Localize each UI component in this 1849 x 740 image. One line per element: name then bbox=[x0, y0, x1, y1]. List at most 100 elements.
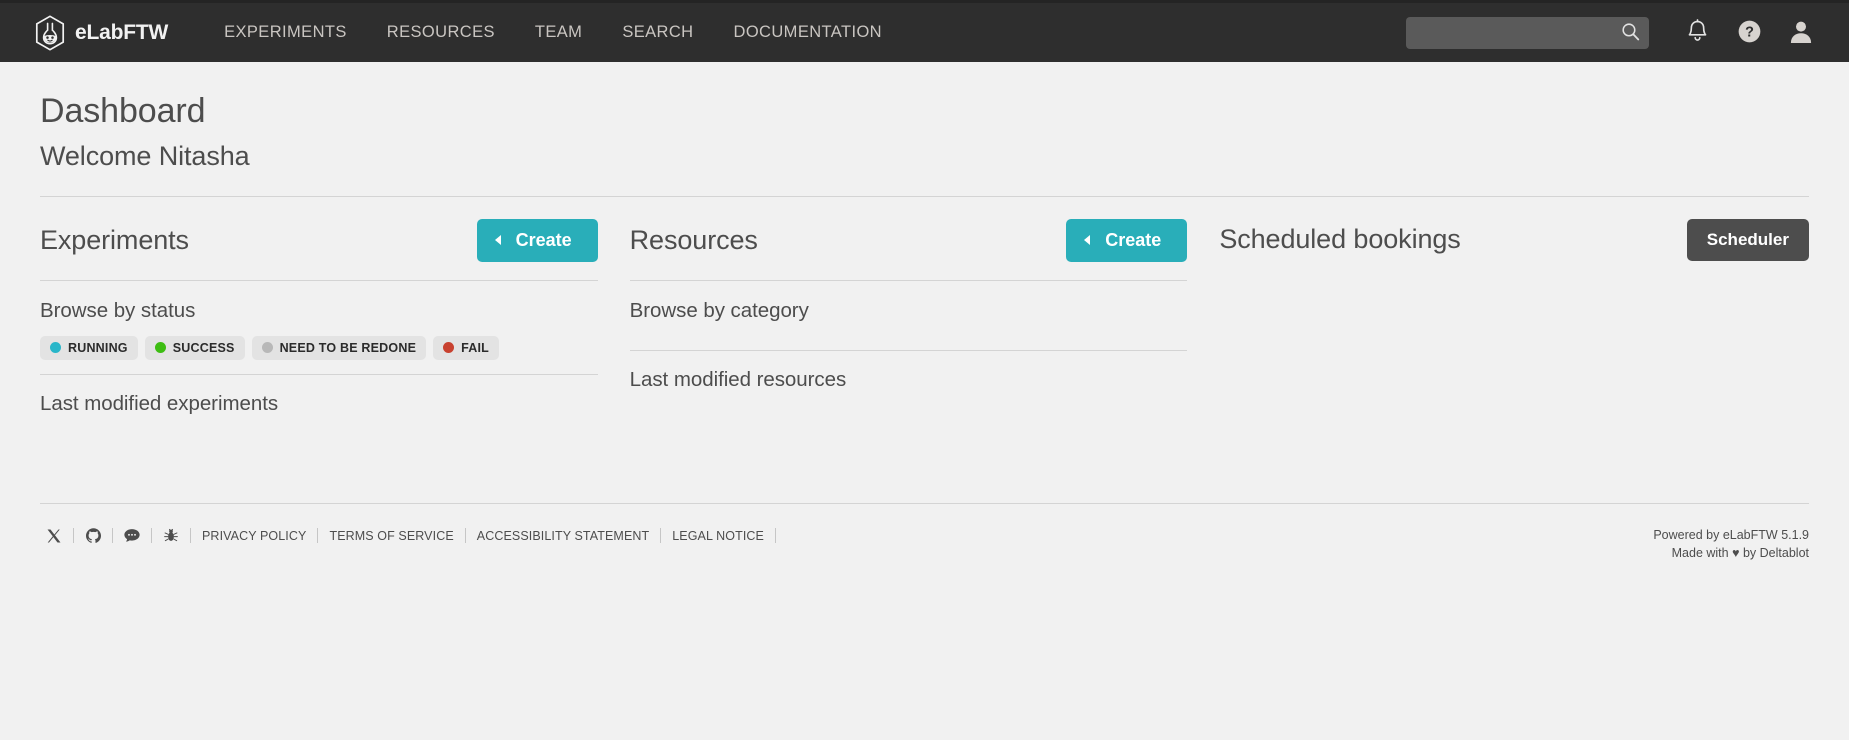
elabftw-flask-logo-icon bbox=[34, 14, 66, 51]
chat-bubble-icon[interactable] bbox=[118, 526, 146, 546]
search-submit-button[interactable] bbox=[1615, 17, 1645, 49]
nav-link-search[interactable]: SEARCH bbox=[602, 15, 713, 50]
powered-by-line: Powered by eLabFTW 5.1.9 bbox=[1653, 526, 1809, 544]
navbar-actions: ? bbox=[1406, 11, 1827, 55]
nav-link-documentation[interactable]: DOCUMENTATION bbox=[714, 15, 903, 50]
user-icon bbox=[1789, 19, 1813, 47]
nav-item-experiments: EXPERIMENTS bbox=[204, 15, 367, 50]
status-dot-running bbox=[50, 342, 61, 354]
svg-text:?: ? bbox=[1745, 24, 1754, 40]
footer-link-terms-of-service[interactable]: TERMS OF SERVICE bbox=[323, 529, 459, 543]
elabftw-link[interactable]: eLabFTW bbox=[1723, 528, 1778, 542]
page-main: Dashboard Welcome Nitasha Experiments Cr… bbox=[0, 62, 1849, 562]
search-input[interactable] bbox=[1406, 16, 1649, 49]
browse-by-status-section: Browse by status RUNNING SUCCESS NEED TO… bbox=[40, 281, 598, 374]
status-pill-fail[interactable]: FAIL bbox=[433, 335, 499, 360]
scheduled-bookings-title: Scheduled bookings bbox=[1219, 224, 1461, 255]
footer-link-privacy-policy[interactable]: PRIVACY POLICY bbox=[196, 529, 312, 543]
help-button[interactable]: ? bbox=[1723, 11, 1775, 55]
resources-title: Resources bbox=[629, 224, 758, 255]
experiments-panel-header: Experiments Create bbox=[40, 197, 598, 280]
footer-link-separator bbox=[317, 528, 319, 544]
status-pill-running[interactable]: RUNNING bbox=[40, 335, 138, 360]
welcome-message: Welcome Nitasha bbox=[40, 140, 250, 171]
heart-icon: ♥ bbox=[1732, 545, 1740, 560]
made-with-line: Made with ♥ by Deltablot bbox=[1653, 544, 1809, 562]
notifications-button[interactable] bbox=[1671, 11, 1723, 55]
nav-item-team: TEAM bbox=[515, 15, 602, 50]
version-number: 5.1.9 bbox=[1781, 527, 1809, 542]
create-resource-button[interactable]: Create bbox=[1066, 218, 1188, 262]
powered-by-prefix: Powered by bbox=[1653, 527, 1723, 542]
footer-link-legal-notice[interactable]: LEGAL NOTICE bbox=[666, 529, 770, 543]
question-circle-icon: ? bbox=[1737, 19, 1762, 47]
nav-link-experiments[interactable]: EXPERIMENTS bbox=[204, 15, 367, 50]
create-experiment-button[interactable]: Create bbox=[476, 218, 598, 262]
footer-icon-separator bbox=[151, 528, 152, 544]
footer-link-separator bbox=[774, 528, 776, 544]
footer-icon-separator bbox=[190, 528, 191, 544]
resources-panel-header: Resources Create bbox=[630, 197, 1188, 280]
primary-nav: EXPERIMENTS RESOURCES TEAM SEARCH DOCUME… bbox=[204, 15, 902, 50]
made-with-mid: by bbox=[1739, 545, 1760, 560]
status-label-running: RUNNING bbox=[68, 340, 128, 355]
status-label-fail: FAIL bbox=[461, 340, 489, 355]
scheduler-button[interactable]: Scheduler bbox=[1686, 218, 1809, 261]
status-filter-list: RUNNING SUCCESS NEED TO BE REDONE FAIL bbox=[40, 335, 598, 360]
experiments-title: Experiments bbox=[40, 224, 189, 255]
browse-by-category-title: Browse by category bbox=[629, 298, 809, 322]
main-navbar: eLabFTW EXPERIMENTS RESOURCES TEAM SEARC… bbox=[0, 0, 1849, 62]
status-dot-need-to-be-redone bbox=[261, 342, 273, 354]
page-header: Dashboard Welcome Nitasha bbox=[40, 62, 1809, 174]
github-icon[interactable] bbox=[79, 526, 107, 546]
page-container: Dashboard Welcome Nitasha Experiments Cr… bbox=[0, 62, 1849, 459]
footer-links-group: PRIVACY POLICY TERMS OF SERVICE ACCESSIB… bbox=[40, 526, 781, 546]
made-with-prefix: Made with bbox=[1671, 545, 1733, 560]
caret-left-icon bbox=[1084, 235, 1091, 246]
footer-link-separator bbox=[660, 528, 662, 544]
x-twitter-icon[interactable] bbox=[40, 526, 68, 546]
status-pill-success[interactable]: SUCCESS bbox=[144, 335, 245, 360]
status-pill-need-to-be-redone[interactable]: NEED TO BE REDONE bbox=[251, 335, 427, 360]
page-title: Dashboard bbox=[40, 92, 206, 130]
navbar-search bbox=[1406, 16, 1649, 49]
last-modified-experiments-title: Last modified experiments bbox=[40, 391, 279, 415]
brand-name: eLabFTW bbox=[75, 20, 169, 44]
status-label-need-to-be-redone: NEED TO BE REDONE bbox=[279, 340, 417, 355]
footer-credits: Powered by eLabFTW 5.1.9 Made with ♥ by … bbox=[1653, 526, 1809, 562]
footer-icon-separator bbox=[73, 528, 74, 544]
footer-link-accessibility-statement[interactable]: ACCESSIBILITY STATEMENT bbox=[471, 529, 655, 543]
brand-home-link[interactable]: eLabFTW bbox=[34, 14, 169, 51]
nav-link-resources[interactable]: RESOURCES bbox=[367, 15, 515, 50]
resources-panel: Resources Create Browse by category Last… bbox=[629, 197, 1220, 459]
search-icon bbox=[1621, 22, 1640, 44]
footer-wrapper: PRIVACY POLICY TERMS OF SERVICE ACCESSIB… bbox=[0, 502, 1849, 562]
status-label-success: SUCCESS bbox=[172, 340, 235, 355]
create-experiment-label: Create bbox=[515, 229, 572, 250]
caret-left-icon bbox=[494, 235, 501, 246]
experiments-panel: Experiments Create Browse by status RUNN bbox=[40, 197, 630, 459]
scheduled-bookings-panel: Scheduled bookings Scheduler bbox=[1219, 197, 1809, 459]
browse-by-status-title: Browse by status bbox=[40, 298, 196, 322]
bell-icon bbox=[1686, 18, 1709, 47]
last-modified-resources-section: Last modified resources bbox=[630, 351, 1188, 406]
resources-panel-body: Browse by category Last modified resourc… bbox=[629, 281, 1188, 459]
footer-link-separator bbox=[464, 528, 466, 544]
nav-link-team[interactable]: TEAM bbox=[515, 15, 602, 50]
status-dot-fail bbox=[443, 342, 455, 354]
nav-item-resources: RESOURCES bbox=[367, 15, 515, 50]
browse-by-category-section: Browse by category bbox=[630, 281, 1188, 350]
bug-icon[interactable] bbox=[157, 526, 185, 546]
nav-item-search: SEARCH bbox=[602, 15, 713, 50]
scheduled-bookings-panel-header: Scheduled bookings Scheduler bbox=[1219, 197, 1809, 279]
scheduled-bookings-panel-body bbox=[1219, 279, 1809, 457]
dashboard-columns: Experiments Create Browse by status RUNN bbox=[40, 197, 1809, 459]
last-modified-experiments-section: Last modified experiments bbox=[40, 375, 598, 430]
nav-item-documentation: DOCUMENTATION bbox=[714, 15, 903, 50]
deltablot-link[interactable]: Deltablot bbox=[1760, 546, 1809, 560]
page-footer: PRIVACY POLICY TERMS OF SERVICE ACCESSIB… bbox=[40, 504, 1809, 562]
footer-icon-separator bbox=[112, 528, 113, 544]
experiments-panel-body: Browse by status RUNNING SUCCESS NEED TO… bbox=[40, 281, 598, 459]
user-menu-button[interactable] bbox=[1775, 11, 1827, 55]
create-resource-label: Create bbox=[1105, 229, 1162, 250]
